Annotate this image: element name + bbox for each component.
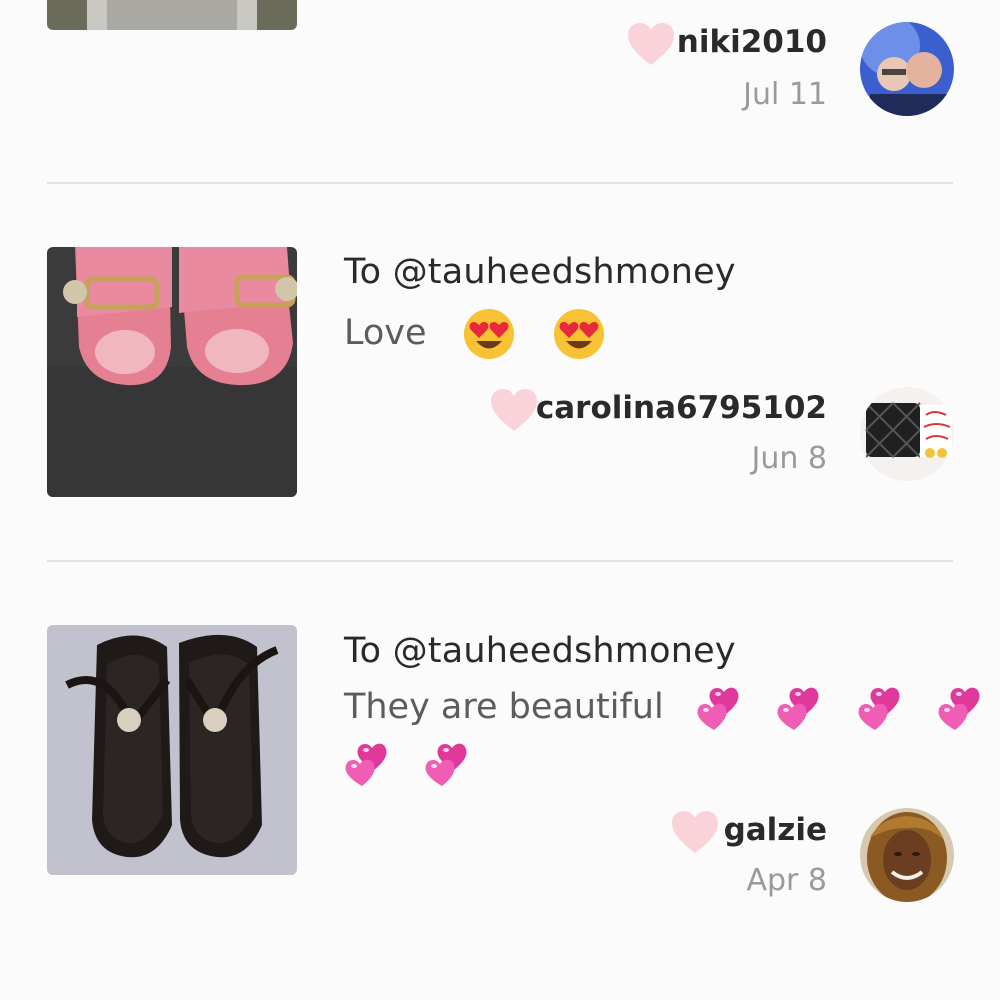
user-avatar[interactable]	[860, 22, 954, 116]
like-heart-icon[interactable]	[627, 22, 675, 66]
listing-thumbnail[interactable]	[47, 247, 297, 497]
comments-feed: niki2010 Jul 11 To @tauheedshmoney Love …	[0, 0, 1000, 1000]
two-hearts-emoji	[344, 740, 396, 788]
comment-date: Apr 8	[746, 863, 827, 898]
user-avatar[interactable]	[860, 808, 954, 902]
listing-thumbnail[interactable]	[47, 625, 297, 875]
divider	[47, 560, 953, 562]
comment-recipient[interactable]: To @tauheedshmoney	[344, 252, 736, 292]
like-heart-icon[interactable]	[671, 810, 719, 854]
comment-username[interactable]: niki2010	[677, 24, 827, 60]
heart-eyes-emoji	[553, 308, 605, 360]
two-hearts-emoji	[696, 684, 748, 732]
comment-recipient[interactable]: To @tauheedshmoney	[344, 631, 736, 671]
two-hearts-emoji	[776, 684, 828, 732]
two-hearts-emoji	[857, 684, 909, 732]
comment-text: Love	[344, 313, 427, 353]
comment-text: They are beautiful	[344, 687, 664, 727]
listing-thumbnail[interactable]	[47, 0, 297, 30]
comment-message: They are beautiful	[344, 684, 989, 732]
comment-date: Jun 8	[751, 441, 828, 476]
comment-date: Jul 11	[743, 77, 827, 112]
like-heart-icon[interactable]	[490, 388, 538, 432]
comment-username[interactable]: carolina6795102	[536, 390, 827, 426]
user-avatar[interactable]	[860, 387, 954, 481]
comment-message: Love	[344, 308, 605, 360]
two-hearts-emoji	[937, 684, 989, 732]
divider	[47, 182, 953, 184]
comment-username[interactable]: galzie	[724, 812, 827, 848]
heart-eyes-emoji	[463, 308, 515, 360]
two-hearts-emoji	[424, 740, 476, 788]
comment-message-continued	[344, 740, 476, 788]
